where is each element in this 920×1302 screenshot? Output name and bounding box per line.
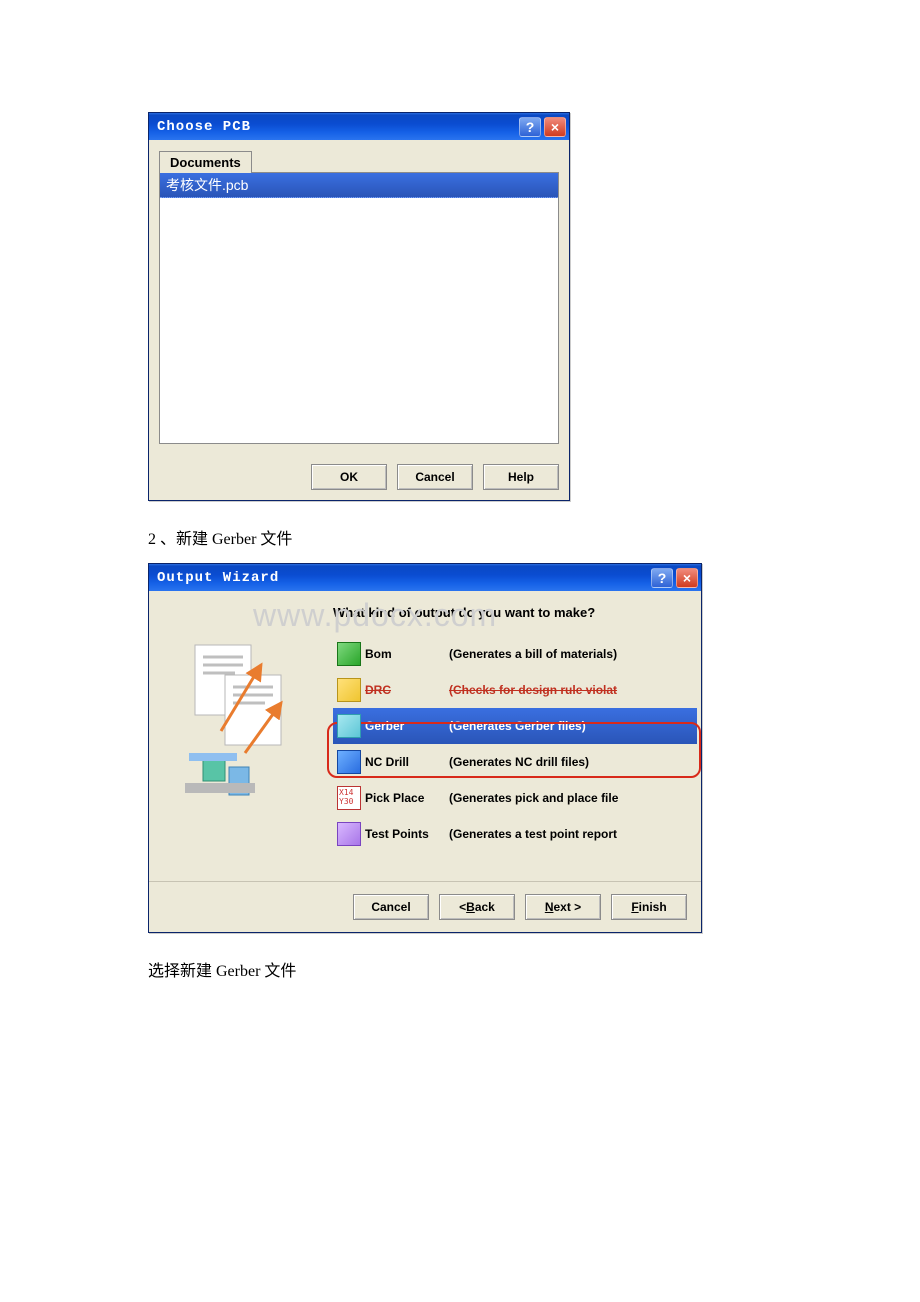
titlebar: Choose PCB ? × [149,113,569,140]
test-points-icon [333,822,365,846]
tab-documents[interactable]: Documents [159,151,252,173]
titlebar: Output Wizard ? × [149,564,701,591]
option-name: Gerber [365,719,449,733]
option-bom[interactable]: Bom (Generates a bill of materials) [333,636,697,672]
option-desc: (Generates Gerber files) [449,719,586,733]
choose-pcb-dialog: Choose PCB ? × Documents 考核文件.pcb OK Can… [148,112,570,501]
output-type-list[interactable]: Bom (Generates a bill of materials) DRC … [333,636,697,852]
option-drc[interactable]: DRC (Checks for design rule violat [333,672,697,708]
option-desc: (Generates NC drill files) [449,755,589,769]
option-test-points[interactable]: Test Points (Generates a test point repo… [333,816,697,852]
option-name: NC Drill [365,755,449,769]
ok-button[interactable]: OK [311,464,387,490]
drc-icon [333,678,365,702]
wizard-illustration [149,591,333,881]
close-icon[interactable]: × [676,568,698,588]
option-desc: (Generates pick and place file [449,791,618,805]
option-desc: (Generates a test point report [449,827,617,841]
dialog-title: Output Wizard [157,570,651,586]
back-button[interactable]: < Back [439,894,515,920]
option-gerber[interactable]: Gerber (Generates Gerber files) [333,708,697,744]
gerber-icon [333,714,365,738]
option-desc: (Generates a bill of materials) [449,647,617,661]
option-pick-place[interactable]: Pick Place (Generates pick and place fil… [333,780,697,816]
cancel-button[interactable]: Cancel [353,894,429,920]
help-icon[interactable]: ? [651,568,673,588]
list-item[interactable]: 考核文件.pcb [160,173,558,198]
help-icon[interactable]: ? [519,117,541,137]
select-gerber-text: 选择新建 Gerber 文件 [148,957,920,981]
step-2-text: 2 、新建 Gerber 文件 [148,525,920,549]
cancel-button[interactable]: Cancel [397,464,473,490]
option-name: Test Points [365,827,449,841]
pcb-listbox[interactable]: 考核文件.pcb [159,172,559,444]
tab-strip: Documents [159,148,559,172]
close-icon[interactable]: × [544,117,566,137]
dialog-title: Choose PCB [157,119,519,135]
option-desc: (Checks for design rule violat [449,683,617,697]
option-nc-drill[interactable]: NC Drill (Generates NC drill files) [333,744,697,780]
next-button[interactable]: Next > [525,894,601,920]
option-name: Pick Place [365,791,449,805]
finish-button[interactable]: Finish [611,894,687,920]
wizard-heading: What kind of output do you want to make? [333,605,697,620]
output-wizard-dialog: Output Wizard ? × [148,563,702,933]
nc-drill-icon [333,750,365,774]
option-name: Bom [365,647,449,661]
bom-icon [333,642,365,666]
help-button[interactable]: Help [483,464,559,490]
pick-place-icon [333,786,365,810]
option-name: DRC [365,683,449,697]
